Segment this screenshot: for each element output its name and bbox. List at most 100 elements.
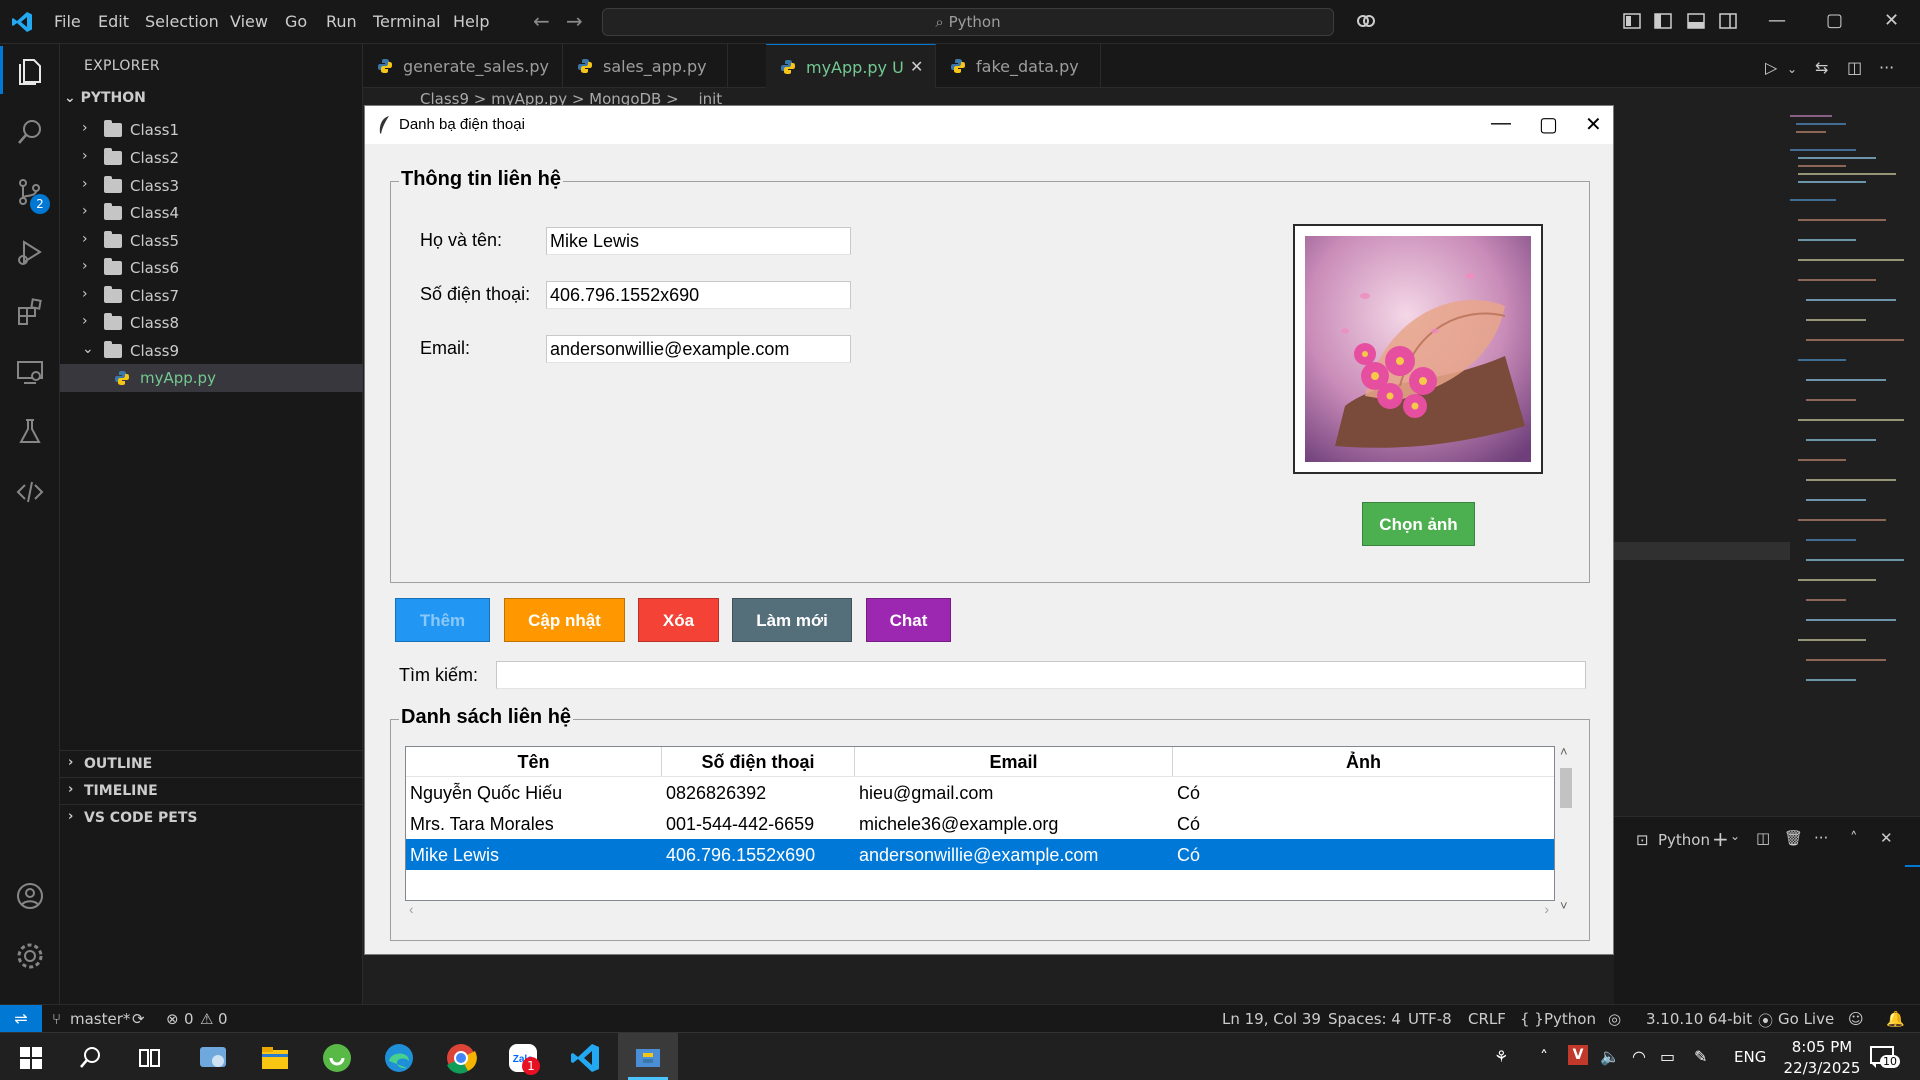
- scroll-right-icon[interactable]: ›: [1544, 901, 1549, 917]
- list-horizontal-scrollbar[interactable]: ‹ ›: [405, 901, 1555, 921]
- search-input[interactable]: [496, 661, 1586, 689]
- chevron-up-icon[interactable]: ˄: [1850, 829, 1858, 847]
- chevron-up-icon[interactable]: ˄: [1540, 1047, 1548, 1066]
- python-interpreter[interactable]: 3.10.10 64-bit: [1646, 1010, 1752, 1028]
- tab-generate-sales[interactable]: generate_sales.py: [363, 44, 563, 88]
- chat-button[interactable]: Chat: [866, 598, 951, 642]
- compare-icon[interactable]: ⇆: [1815, 58, 1828, 77]
- tree-item-class6[interactable]: › Class6: [60, 254, 363, 282]
- pen-icon[interactable]: ✎: [1694, 1047, 1707, 1066]
- tree-item-class8[interactable]: › Class8: [60, 309, 363, 337]
- more-actions-icon[interactable]: ···: [1879, 58, 1894, 77]
- tree-item-class9[interactable]: ⌄ Class9: [60, 337, 363, 365]
- app-maximize-icon[interactable]: ▢: [1539, 112, 1558, 137]
- maximize-icon[interactable]: ▢: [1826, 10, 1843, 31]
- menu-go[interactable]: Go: [285, 12, 307, 31]
- edge-browser-icon[interactable]: [382, 1041, 416, 1075]
- control-panel-app-icon[interactable]: [196, 1041, 230, 1075]
- customize-layout-icon[interactable]: [1622, 12, 1642, 30]
- menu-file[interactable]: File: [54, 12, 81, 31]
- chevron-down-icon[interactable]: ⌄: [1730, 829, 1740, 843]
- table-row[interactable]: Nguyễn Quốc Hiếu 0826826392 hieu@gmail.c…: [406, 777, 1554, 808]
- tree-item-class5[interactable]: › Class5: [60, 227, 363, 255]
- end-of-line[interactable]: CRLF: [1468, 1010, 1506, 1028]
- column-header-name[interactable]: Tên: [406, 747, 662, 777]
- git-branch[interactable]: master*: [70, 1010, 130, 1028]
- nav-back-icon[interactable]: ←: [533, 9, 550, 33]
- app-icon-green[interactable]: [320, 1041, 354, 1075]
- workspace-folder[interactable]: ⌄ PYTHON: [64, 90, 146, 106]
- table-row[interactable]: Mrs. Tara Morales 001-544-442-6659 miche…: [406, 808, 1554, 839]
- tab-close-icon[interactable]: ✕: [910, 57, 923, 76]
- cursor-position[interactable]: Ln 19, Col 39: [1222, 1010, 1321, 1028]
- vscode-taskbar-icon[interactable]: [568, 1041, 602, 1075]
- extensions-icon[interactable]: [14, 296, 46, 328]
- sync-icon[interactable]: ⟳: [132, 1010, 145, 1028]
- battery-icon[interactable]: ▭: [1660, 1047, 1675, 1066]
- minimap[interactable]: [1786, 110, 1906, 820]
- add-button[interactable]: Thêm: [395, 598, 490, 642]
- run-debug-icon[interactable]: [14, 236, 46, 268]
- command-center[interactable]: ⌕ Python: [602, 8, 1334, 36]
- toggle-panel-icon[interactable]: [1686, 12, 1706, 30]
- split-editor-icon[interactable]: ◫: [1847, 58, 1862, 77]
- choose-photo-button[interactable]: Chọn ảnh: [1362, 502, 1475, 546]
- clock-time[interactable]: 8:05 PM: [1782, 1038, 1862, 1056]
- scroll-thumb[interactable]: [1560, 768, 1572, 808]
- name-input[interactable]: [546, 227, 851, 255]
- trash-icon[interactable]: 🗑: [1784, 829, 1803, 847]
- vscode-pets-section[interactable]: › VS CODE PETS: [60, 804, 363, 830]
- close-icon[interactable]: ✕: [1884, 10, 1899, 31]
- menu-selection[interactable]: Selection: [145, 12, 219, 31]
- accounts-icon[interactable]: [14, 880, 46, 912]
- refresh-button[interactable]: Làm mới: [732, 598, 852, 642]
- run-icon[interactable]: ▷: [1765, 58, 1777, 77]
- vietkey-icon[interactable]: V: [1568, 1045, 1588, 1065]
- copilot-icon[interactable]: [1356, 12, 1376, 30]
- people-icon[interactable]: ⚘: [1494, 1047, 1508, 1066]
- outline-section[interactable]: › OUTLINE: [60, 750, 363, 776]
- app-minimize-icon[interactable]: —: [1491, 112, 1511, 135]
- chevron-down-icon[interactable]: ⌄: [1787, 62, 1797, 76]
- error-count[interactable]: 0: [184, 1010, 194, 1028]
- phone-input[interactable]: [546, 281, 851, 309]
- indentation[interactable]: Spaces: 4: [1328, 1010, 1401, 1028]
- toggle-secondary-sidebar-icon[interactable]: [1718, 12, 1738, 30]
- tree-item-class2[interactable]: › Class2: [60, 144, 363, 172]
- menu-view[interactable]: View: [230, 12, 268, 31]
- contacts-treeview[interactable]: Tên Số điện thoại Email Ảnh Nguyễn Quốc …: [405, 746, 1555, 901]
- feedback-icon[interactable]: ☺: [1848, 1010, 1864, 1028]
- copilot-status-icon[interactable]: ◎: [1608, 1010, 1621, 1028]
- clock-date[interactable]: 22/3/2025: [1774, 1059, 1870, 1077]
- python-app-taskbar-button[interactable]: [618, 1033, 678, 1080]
- task-view-icon[interactable]: [132, 1041, 166, 1075]
- tree-item-class4[interactable]: › Class4: [60, 199, 363, 227]
- scroll-up-icon[interactable]: ˄: [1560, 744, 1568, 759]
- tab-myapp[interactable]: myApp.py U ✕: [766, 44, 936, 88]
- menu-run[interactable]: Run: [326, 12, 357, 31]
- file-explorer-icon[interactable]: [258, 1041, 292, 1075]
- testing-icon[interactable]: [14, 416, 46, 448]
- tree-item-myapp[interactable]: myApp.py: [60, 364, 363, 392]
- notifications-bell-icon[interactable]: 🔔: [1886, 1010, 1905, 1028]
- remote-indicator-icon[interactable]: ⇌: [0, 1005, 42, 1032]
- remote-explorer-icon[interactable]: [14, 356, 46, 388]
- tree-item-class3[interactable]: › Class3: [60, 172, 363, 200]
- more-actions-icon[interactable]: ···: [1814, 829, 1828, 847]
- app-close-icon[interactable]: ✕: [1585, 112, 1602, 137]
- wifi-icon[interactable]: ◠: [1632, 1047, 1646, 1066]
- go-live[interactable]: Go Live: [1778, 1010, 1834, 1028]
- close-panel-icon[interactable]: ✕: [1880, 829, 1893, 847]
- explorer-icon[interactable]: [14, 56, 46, 88]
- toggle-sidebar-icon[interactable]: [1653, 12, 1673, 30]
- windows-start-icon[interactable]: [14, 1041, 48, 1075]
- volume-icon[interactable]: 🔈: [1600, 1047, 1620, 1066]
- timeline-section[interactable]: › TIMELINE: [60, 777, 363, 803]
- menu-help[interactable]: Help: [453, 12, 489, 31]
- tree-item-class1[interactable]: › Class1: [60, 116, 363, 144]
- menu-edit[interactable]: Edit: [98, 12, 129, 31]
- warning-count[interactable]: 0: [218, 1010, 228, 1028]
- chrome-browser-icon[interactable]: [444, 1041, 478, 1075]
- list-vertical-scrollbar[interactable]: ˄ ˅: [1555, 744, 1577, 918]
- encoding[interactable]: UTF-8: [1408, 1010, 1452, 1028]
